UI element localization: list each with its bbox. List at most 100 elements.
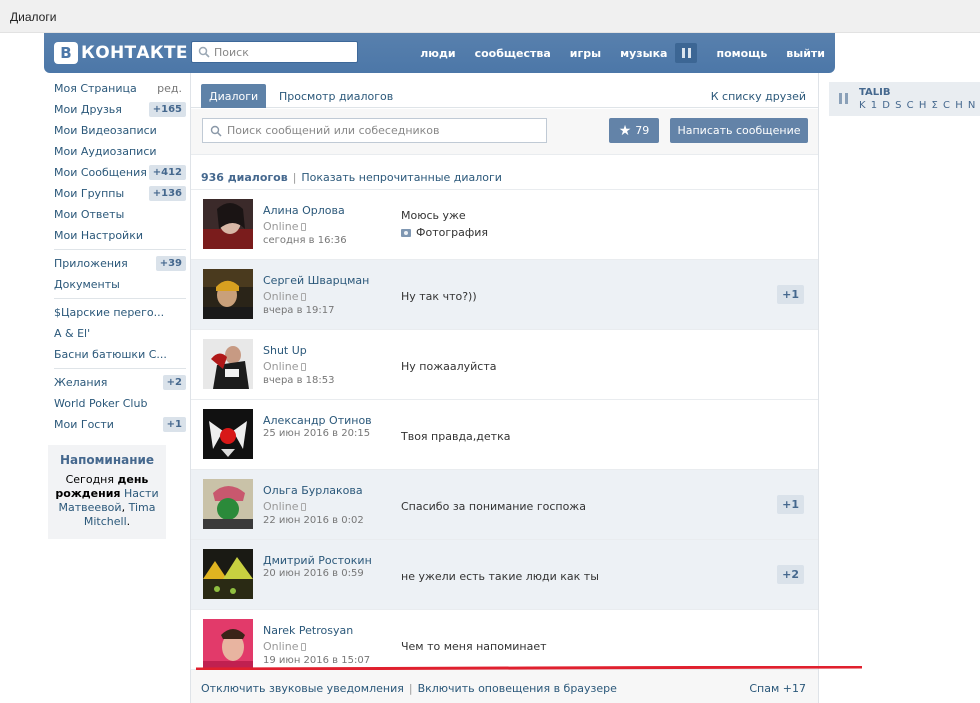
sidebar-item-messages[interactable]: Мои Сообщения +412 <box>48 162 186 183</box>
sidebar-item-answers[interactable]: Мои Ответы <box>48 204 186 225</box>
nav-people[interactable]: люди <box>420 47 455 60</box>
star-icon: ★ <box>618 122 632 139</box>
tab-view-dialogs[interactable]: Просмотр диалогов <box>279 90 393 103</box>
sidebar-item-my-page[interactable]: Моя Страница ред. <box>48 78 186 99</box>
left-sidebar: Моя Страница ред. Мои Друзья +165 Мои Ви… <box>48 78 186 539</box>
mobile-icon <box>301 293 307 301</box>
nav-help[interactable]: помощь <box>716 47 767 60</box>
sidebar-item-app-2[interactable]: A & El' <box>48 323 186 344</box>
dialog-message: Моюсь уже <box>401 209 466 222</box>
dialogs-search-input[interactable]: Поиск сообщений или собеседников <box>202 118 547 143</box>
sidebar-item-app-3[interactable]: Басни батюшки С... <box>48 344 186 365</box>
dialogs-panel: Диалоги Просмотр диалогов К списку друзе… <box>190 73 819 703</box>
dialog-name[interactable]: Shut Up <box>263 344 307 357</box>
header-player-button[interactable] <box>675 43 698 63</box>
avatar[interactable] <box>203 619 253 669</box>
player-track: K 1 D S C H Σ C H N Y... <box>859 100 980 111</box>
dialog-message: Чем то меня напоминает <box>401 640 547 653</box>
dialog-name[interactable]: Narek Petrosyan <box>263 624 353 637</box>
vk-logo-mark: B <box>54 42 78 64</box>
dialog-row[interactable]: Сергей Шварцман Online вчера в 19:17 Ну … <box>191 259 818 329</box>
friends-list-link[interactable]: К списку друзей <box>711 90 806 103</box>
vk-logo[interactable]: B КОНТАКТЕ <box>54 41 188 65</box>
sidebar-item-wishes[interactable]: Желания +2 <box>48 372 186 393</box>
sidebar-item-videos[interactable]: Мои Видеозаписи <box>48 120 186 141</box>
sidebar-item-label: Мои Аудиозаписи <box>54 145 157 158</box>
side-audio-player[interactable]: TALIB K 1 D S C H Σ C H N Y... <box>829 82 980 116</box>
dialog-name[interactable]: Александр Отинов <box>263 414 372 427</box>
nav-music[interactable]: музыка <box>620 47 667 60</box>
dialog-row[interactable]: Дмитрий Ростокин 20 июн 2016 в 0:59 не у… <box>191 539 818 609</box>
sidebar-item-label: Басни батюшки С... <box>54 348 167 361</box>
unread-badge: +1 <box>777 285 804 304</box>
sidebar-badge: +412 <box>148 165 186 180</box>
avatar[interactable] <box>203 409 253 459</box>
header-search-input[interactable]: Поиск <box>191 41 358 63</box>
nav-communities[interactable]: сообщества <box>475 47 551 60</box>
avatar[interactable] <box>203 479 253 529</box>
dialog-row[interactable]: Ольга Бурлакова Online 22 июн 2016 в 0:0… <box>191 469 818 539</box>
window-titlebar: Диалоги <box>0 0 980 33</box>
favorites-button[interactable]: ★ 79 <box>609 118 659 143</box>
sidebar-item-app-1[interactable]: $Царские перего... <box>48 302 186 323</box>
sidebar-edit-link[interactable]: ред. <box>157 82 186 95</box>
pause-icon[interactable] <box>839 93 848 104</box>
sidebar-item-label: A & El' <box>54 327 91 340</box>
dialog-status: Online <box>263 640 307 653</box>
dialog-status-text: Online <box>263 640 299 653</box>
sidebar-item-label: $Царские перего... <box>54 306 165 319</box>
nav-logout[interactable]: выйти <box>786 47 825 60</box>
disable-sound-link[interactable]: Отключить звуковые уведомления <box>201 682 404 695</box>
avatar[interactable] <box>203 339 253 389</box>
unread-badge: +1 <box>777 495 804 514</box>
dialog-name[interactable]: Алина Орлова <box>263 204 345 217</box>
dialog-name[interactable]: Дмитрий Ростокин <box>263 554 372 567</box>
dialog-time: сегодня в 16:36 <box>263 235 347 246</box>
dialog-name[interactable]: Ольга Бурлакова <box>263 484 363 497</box>
dialog-time: 25 июн 2016 в 20:15 <box>263 428 371 439</box>
dialog-time: вчера в 18:53 <box>263 375 335 386</box>
sidebar-item-label: Мои Гости <box>54 418 114 431</box>
dialog-row[interactable]: Shut Up Online вчера в 18:53 Ну пожаалуй… <box>191 329 818 399</box>
dialog-row[interactable]: Алина Орлова Online сегодня в 16:36 Моюс… <box>191 189 818 259</box>
tab-dialogs[interactable]: Диалоги <box>201 84 267 108</box>
sidebar-item-label: Мои Группы <box>54 187 125 200</box>
dialogs-summary: 936 диалогов | Показать непрочитанные диал… <box>201 171 502 184</box>
reminder-today: Сегодня <box>65 473 114 486</box>
sidebar-item-apps[interactable]: Приложения +39 <box>48 253 186 274</box>
mobile-icon <box>301 223 307 231</box>
header-search-placeholder: Поиск <box>214 45 249 59</box>
search-icon <box>210 125 222 137</box>
footer-links: Отключить звуковые уведомления | Включить … <box>201 682 617 695</box>
show-unread-link[interactable]: Показать непрочитанные диалоги <box>301 171 502 184</box>
reminder-title: Напоминание <box>59 453 155 467</box>
dialogs-search-placeholder: Поиск сообщений или собеседников <box>227 124 440 137</box>
nav-games[interactable]: игры <box>570 47 601 60</box>
sidebar-item-poker[interactable]: World Poker Club <box>48 393 186 414</box>
avatar[interactable] <box>203 549 253 599</box>
write-message-button[interactable]: Написать сообщение <box>670 118 808 143</box>
sidebar-item-label: World Poker Club <box>54 397 148 410</box>
spam-link[interactable]: Спам +17 <box>749 682 806 695</box>
dialog-message: Ну так что?)) <box>401 290 477 303</box>
sidebar-item-settings[interactable]: Мои Настройки <box>48 225 186 246</box>
dialog-status-text: Online <box>263 290 299 303</box>
sidebar-item-label: Приложения <box>54 257 128 270</box>
sidebar-item-documents[interactable]: Документы <box>48 274 186 295</box>
enable-browser-notifications-link[interactable]: Включить оповещения в браузере <box>418 682 617 695</box>
reminder-dot: . <box>126 515 131 528</box>
dialog-row[interactable]: Александр Отинов 25 июн 2016 в 20:15 Тво… <box>191 399 818 469</box>
sidebar-item-groups[interactable]: Мои Группы +136 <box>48 183 186 204</box>
mobile-icon <box>301 643 307 651</box>
sidebar-item-guests[interactable]: Мои Гости +1 <box>48 414 186 435</box>
sidebar-item-label: Мои Сообщения <box>54 166 147 179</box>
sidebar-divider <box>54 249 186 250</box>
sidebar-item-friends[interactable]: Мои Друзья +165 <box>48 99 186 120</box>
birthday-reminder: Напоминание Сегодня день рождения Насти … <box>48 445 166 539</box>
dialog-name[interactable]: Сергей Шварцман <box>263 274 369 287</box>
avatar[interactable] <box>203 269 253 319</box>
sidebar-item-audio[interactable]: Мои Аудиозаписи <box>48 141 186 162</box>
search-icon <box>198 46 210 58</box>
favorites-count: 79 <box>635 124 650 137</box>
avatar[interactable] <box>203 199 253 249</box>
